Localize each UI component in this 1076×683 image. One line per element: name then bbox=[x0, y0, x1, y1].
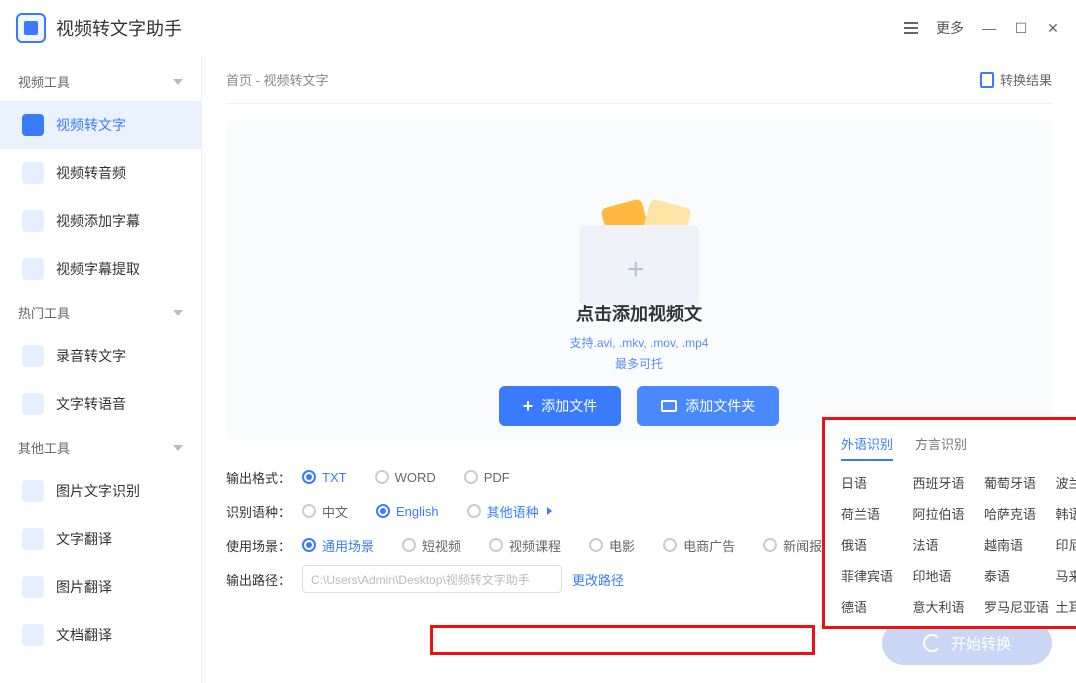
radio-option[interactable]: 视频课程 bbox=[489, 536, 561, 555]
drop-zone[interactable]: + 点击添加视频文 支持.avi, .mkv, .mov, .mp4 最多可托 … bbox=[226, 120, 1052, 440]
language-option[interactable]: 法语 bbox=[913, 535, 981, 554]
video-text-icon bbox=[22, 114, 44, 136]
subtitle-extract-icon bbox=[22, 258, 44, 280]
breadcrumb: 首页 - 视频转文字 bbox=[226, 70, 329, 89]
highlight-language-row bbox=[430, 625, 815, 655]
radio-option[interactable]: English bbox=[376, 504, 439, 519]
radio-option[interactable]: 电商广告 bbox=[663, 536, 735, 555]
radio-option[interactable]: 电影 bbox=[589, 536, 635, 555]
radio-option[interactable]: 其他语种 bbox=[467, 502, 552, 521]
chevron-down-icon bbox=[173, 445, 183, 451]
main-panel: 首页 - 视频转文字 转换结果 + 点击添加视频文 支持.avi, .mkv, … bbox=[202, 56, 1076, 683]
chevron-down-icon bbox=[173, 310, 183, 316]
tab-dialect[interactable]: 方言识别 bbox=[915, 434, 967, 461]
radio-option[interactable]: WORD bbox=[375, 470, 436, 485]
drop-supported: 支持.avi, .mkv, .mov, .mp4 bbox=[570, 334, 709, 351]
language-option[interactable]: 印尼语 bbox=[1056, 535, 1076, 554]
language-option[interactable]: 韩语 bbox=[1056, 504, 1076, 523]
language-option[interactable]: 越南语 bbox=[984, 535, 1052, 554]
change-path-link[interactable]: 更改路径 bbox=[572, 570, 624, 589]
tab-foreign[interactable]: 外语识别 bbox=[841, 434, 893, 461]
radio-option[interactable]: PDF bbox=[464, 470, 510, 485]
sidebar-item-image-translate[interactable]: 图片翻译 bbox=[0, 563, 201, 611]
sidebar-item-add-subtitle[interactable]: 视频添加字幕 bbox=[0, 197, 201, 245]
maximize-button[interactable]: ☐ bbox=[1014, 21, 1028, 35]
language-option[interactable]: 土耳其语 bbox=[1056, 597, 1076, 616]
image-translate-icon bbox=[22, 576, 44, 598]
sidebar-group-hot[interactable]: 热门工具 bbox=[0, 293, 201, 332]
sidebar-item-doc-translate[interactable]: 文档翻译 bbox=[0, 611, 201, 659]
sidebar: 视频工具 视频转文字 视频转音频 视频添加字幕 视频字幕提取 热门工具 录音转文… bbox=[0, 56, 202, 683]
language-option[interactable]: 西班牙语 bbox=[913, 473, 981, 492]
scene-label: 使用场景： bbox=[226, 536, 302, 555]
language-option[interactable]: 泰语 bbox=[984, 566, 1052, 585]
language-option[interactable]: 印地语 bbox=[913, 566, 981, 585]
more-button[interactable]: 更多 bbox=[936, 18, 964, 38]
translate-icon bbox=[22, 528, 44, 550]
add-folder-button[interactable]: 添加文件夹 bbox=[637, 386, 779, 426]
results-link[interactable]: 转换结果 bbox=[980, 70, 1052, 89]
titlebar: 视频转文字助手 更多 — ☐ ✕ bbox=[0, 0, 1076, 56]
radio-option[interactable]: 中文 bbox=[302, 502, 348, 521]
language-option[interactable]: 葡萄牙语 bbox=[984, 473, 1052, 492]
radio-option[interactable]: 短视频 bbox=[402, 536, 461, 555]
language-option[interactable]: 哈萨克语 bbox=[984, 504, 1052, 523]
hamburger-icon[interactable] bbox=[904, 22, 918, 34]
language-option[interactable]: 意大利语 bbox=[913, 597, 981, 616]
tts-icon bbox=[22, 393, 44, 415]
output-path-label: 输出路径： bbox=[226, 570, 302, 589]
language-option[interactable]: 日语 bbox=[841, 473, 909, 492]
sidebar-group-video[interactable]: 视频工具 bbox=[0, 62, 201, 101]
sidebar-group-label: 其他工具 bbox=[18, 438, 70, 457]
caret-right-icon bbox=[547, 507, 552, 515]
sidebar-group-label: 热门工具 bbox=[18, 303, 70, 322]
plus-icon: + bbox=[523, 396, 534, 417]
language-option[interactable]: 阿拉伯语 bbox=[913, 504, 981, 523]
language-option[interactable]: 马来西亚语 bbox=[1056, 566, 1076, 585]
language-option[interactable]: 罗马尼亚语 bbox=[984, 597, 1052, 616]
language-option[interactable]: 荷兰语 bbox=[841, 504, 909, 523]
sidebar-item-extract-subtitle[interactable]: 视频字幕提取 bbox=[0, 245, 201, 293]
subtitle-add-icon bbox=[22, 210, 44, 232]
sidebar-item-video-to-audio[interactable]: 视频转音频 bbox=[0, 149, 201, 197]
sidebar-item-text-translate[interactable]: 文字翻译 bbox=[0, 515, 201, 563]
minimize-button[interactable]: — bbox=[982, 21, 996, 35]
radio-option[interactable]: TXT bbox=[302, 470, 347, 485]
app-logo bbox=[16, 13, 46, 43]
sidebar-item-ocr[interactable]: 图片文字识别 bbox=[0, 467, 201, 515]
language-option[interactable]: 德语 bbox=[841, 597, 909, 616]
sidebar-item-video-to-text[interactable]: 视频转文字 bbox=[0, 101, 201, 149]
language-option[interactable]: 菲律宾语 bbox=[841, 566, 909, 585]
sidebar-group-other[interactable]: 其他工具 bbox=[0, 428, 201, 467]
language-option[interactable]: 俄语 bbox=[841, 535, 909, 554]
chevron-down-icon bbox=[173, 79, 183, 85]
sidebar-item-recording-to-text[interactable]: 录音转文字 bbox=[0, 332, 201, 380]
language-popover: 外语识别 方言识别 日语西班牙语葡萄牙语波兰语荷兰语阿拉伯语哈萨克语韩语俄语法语… bbox=[822, 417, 1076, 629]
mic-icon bbox=[22, 345, 44, 367]
add-file-button[interactable]: + 添加文件 bbox=[499, 386, 622, 426]
radio-option[interactable]: 通用场景 bbox=[302, 536, 374, 555]
output-path-input[interactable] bbox=[302, 565, 562, 593]
sidebar-item-text-to-speech[interactable]: 文字转语音 bbox=[0, 380, 201, 428]
language-label: 识别语种： bbox=[226, 502, 302, 521]
progress-icon bbox=[923, 634, 941, 652]
close-button[interactable]: ✕ bbox=[1046, 21, 1060, 35]
output-format-label: 输出格式： bbox=[226, 468, 302, 487]
language-option[interactable]: 波兰语 bbox=[1056, 473, 1076, 492]
document-icon bbox=[980, 72, 994, 88]
ocr-icon bbox=[22, 480, 44, 502]
doc-translate-icon bbox=[22, 624, 44, 646]
app-title: 视频转文字助手 bbox=[56, 15, 182, 41]
drop-illustration: + bbox=[559, 175, 719, 315]
drop-limit: 最多可托 bbox=[615, 355, 663, 372]
folder-icon bbox=[661, 400, 677, 412]
video-audio-icon bbox=[22, 162, 44, 184]
sidebar-group-label: 视频工具 bbox=[18, 72, 70, 91]
